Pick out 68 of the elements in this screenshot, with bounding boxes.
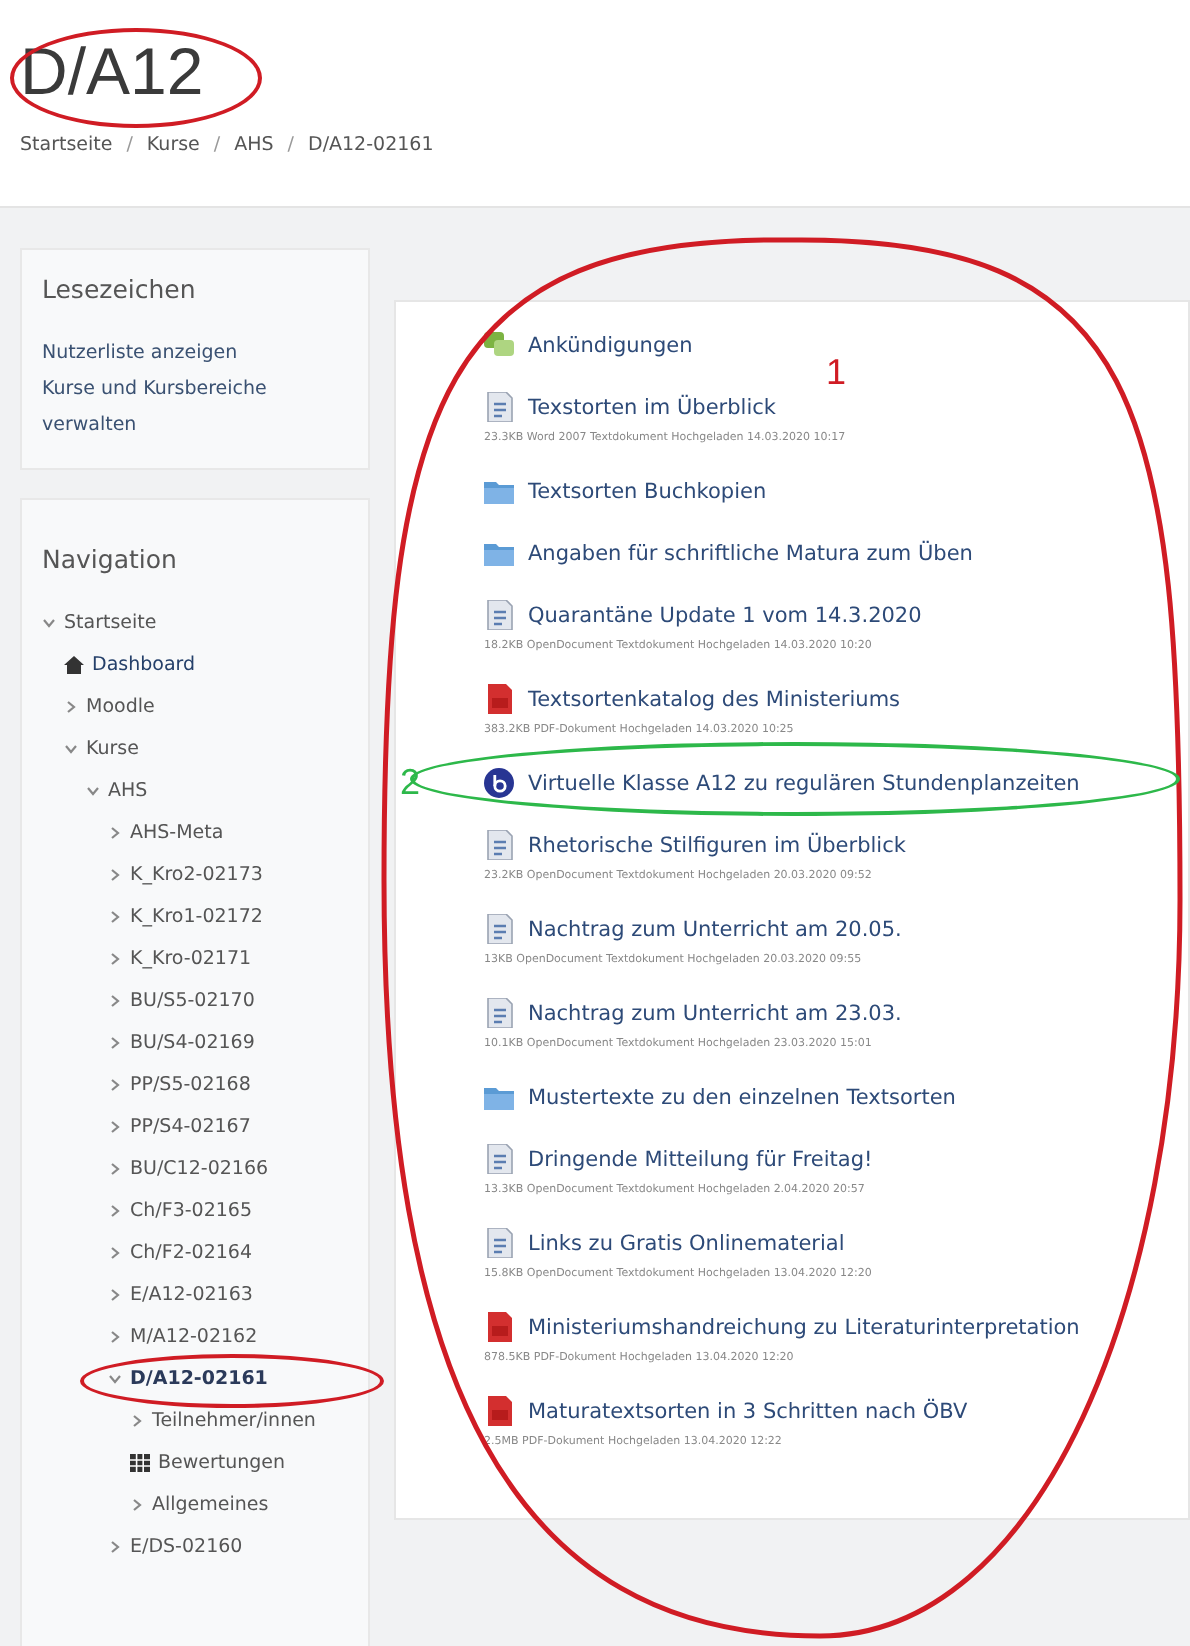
- nav-item[interactable]: Moodle: [86, 696, 155, 718]
- nav-item[interactable]: K_Kro2-02173: [130, 864, 263, 886]
- pdf-icon: [484, 684, 514, 714]
- activity-link[interactable]: Dringende Mitteilung für Freitag!: [528, 1147, 873, 1171]
- bookmark-link[interactable]: Kurse und Kursbereiche verwalten: [42, 372, 348, 444]
- document-icon: [484, 1228, 514, 1258]
- nav-item[interactable]: E/DS-02160: [130, 1536, 243, 1558]
- nav-item[interactable]: Ch/F2-02164: [130, 1242, 253, 1264]
- nav-item[interactable]: Kurse: [86, 738, 139, 760]
- nav-item[interactable]: Ch/F3-02165: [130, 1200, 253, 1222]
- activity-link[interactable]: Nachtrag zum Unterricht am 20.05.: [528, 917, 902, 941]
- nav-item[interactable]: BU/C12-02166: [130, 1158, 269, 1180]
- nav-item[interactable]: AHS: [108, 780, 148, 802]
- nav-item[interactable]: PP/S4-02167: [130, 1116, 251, 1138]
- page-title: D/A12: [20, 32, 206, 112]
- nav-item[interactable]: BU/S5-02170: [130, 990, 255, 1012]
- activity-link[interactable]: Maturatextsorten in 3 Schritten nach ÖBV: [528, 1399, 968, 1423]
- pdf-icon: [484, 1312, 514, 1342]
- breadcrumb-separator: /: [213, 134, 221, 156]
- activity-link[interactable]: Virtuelle Klasse A12 zu regulären Stundenplanzeiten: [528, 771, 1080, 795]
- document-icon: [484, 914, 514, 944]
- breadcrumb-link[interactable]: Startseite: [20, 134, 113, 156]
- document-icon: [484, 830, 514, 860]
- nav-item[interactable]: D/A12-02161: [130, 1368, 268, 1390]
- nav-item[interactable]: Startseite: [64, 612, 157, 634]
- nav-item[interactable]: M/A12-02162: [130, 1326, 258, 1348]
- block-title: Navigation: [42, 544, 179, 574]
- nav-item[interactable]: Allgemeines: [152, 1494, 269, 1516]
- conference-icon: [484, 768, 514, 798]
- activity-link[interactable]: Angaben für schriftliche Matura zum Üben: [528, 541, 973, 565]
- activity-link[interactable]: Rhetorische Stilfiguren im Überblick: [528, 833, 906, 857]
- nav-item[interactable]: Teilnehmer/innen: [152, 1410, 316, 1432]
- annotation-number: 1: [826, 352, 847, 392]
- bookmark-link[interactable]: Nutzerliste anzeigen: [42, 336, 348, 372]
- activity-link[interactable]: Textsorten Buchkopien: [528, 479, 767, 503]
- nav-item[interactable]: E/A12-02163: [130, 1284, 253, 1306]
- activity-link[interactable]: Links zu Gratis Onlinematerial: [528, 1231, 845, 1255]
- document-icon: [484, 600, 514, 630]
- nav-item[interactable]: K_Kro-02171: [130, 948, 252, 970]
- folder-icon: [484, 476, 514, 506]
- document-icon: [484, 392, 514, 422]
- nav-item[interactable]: Bewertungen: [158, 1452, 286, 1474]
- home-icon: [64, 656, 84, 674]
- folder-icon: [484, 1082, 514, 1112]
- forum-icon: [484, 330, 514, 360]
- activity-link[interactable]: Textsortenkatalog des Ministeriums: [528, 687, 901, 711]
- breadcrumb-link[interactable]: D/A12-02161: [308, 134, 434, 156]
- nav-item[interactable]: PP/S5-02168: [130, 1074, 251, 1096]
- breadcrumb-link[interactable]: AHS: [234, 134, 274, 156]
- activity-link[interactable]: Texstorten im Überblick: [528, 395, 776, 419]
- breadcrumb-separator: /: [126, 134, 133, 156]
- nav-item[interactable]: BU/S4-02169: [130, 1032, 255, 1054]
- nav-item[interactable]: Dashboard: [92, 654, 196, 676]
- activity-link[interactable]: Ankündigungen: [528, 333, 693, 357]
- nav-item[interactable]: AHS-Meta: [130, 822, 224, 844]
- activity-link[interactable]: Nachtrag zum Unterricht am 23.03.: [528, 1001, 902, 1025]
- document-icon: [484, 1144, 514, 1174]
- activity-link[interactable]: Mustertexte zu den einzelnen Textsorten: [528, 1085, 956, 1109]
- nav-item[interactable]: K_Kro1-02172: [130, 906, 263, 928]
- pdf-icon: [484, 1396, 514, 1426]
- block-title: Lesezeichen: [42, 274, 198, 304]
- activity-link[interactable]: Quarantäne Update 1 vom 14.3.2020: [528, 603, 922, 627]
- document-icon: [484, 998, 514, 1028]
- breadcrumb-separator: /: [287, 134, 294, 156]
- activity-link[interactable]: Ministeriumshandreichung zu Literaturinterpretation: [528, 1315, 1080, 1339]
- folder-icon: [484, 538, 514, 568]
- breadcrumb-link[interactable]: Kurse: [146, 134, 200, 156]
- table-icon: [130, 1454, 150, 1472]
